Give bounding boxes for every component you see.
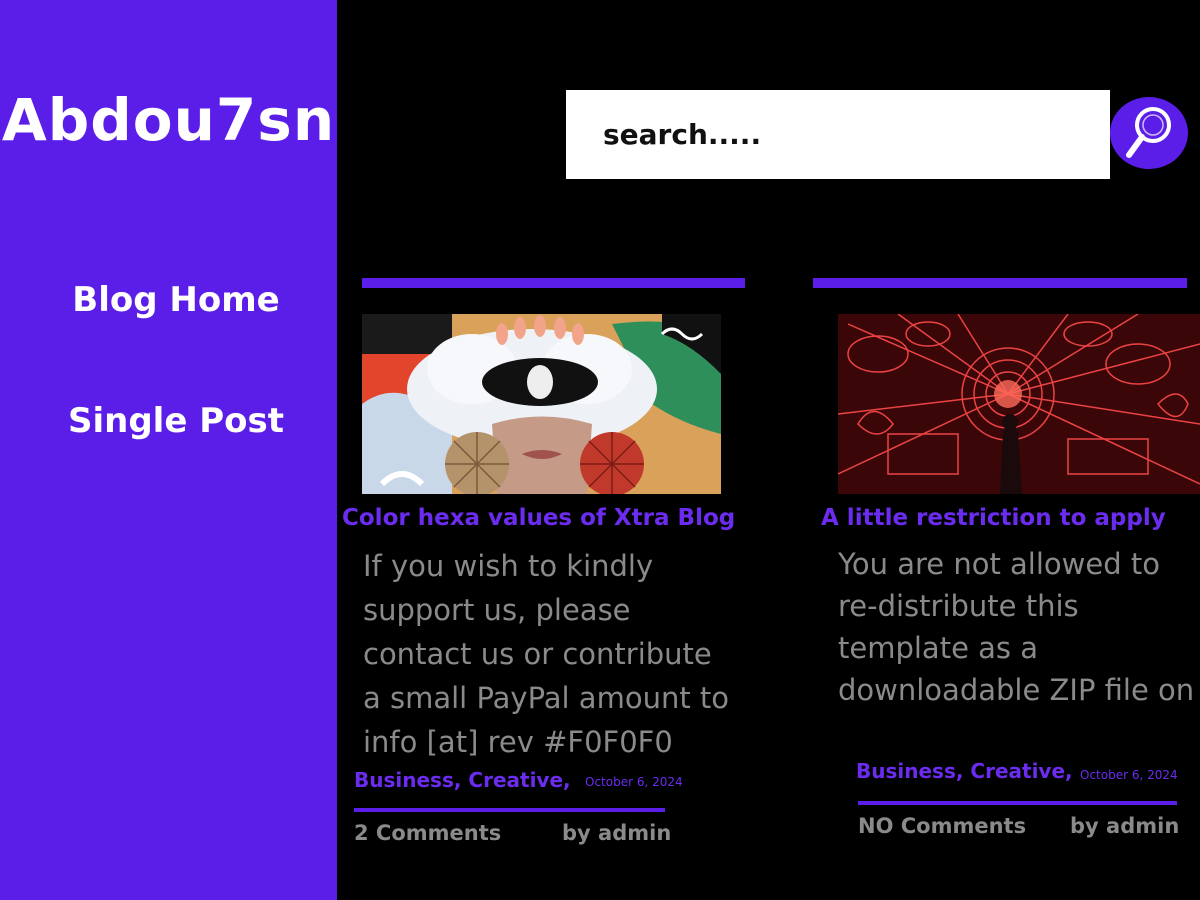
post-author[interactable]: by admin [1070,814,1179,838]
excerpt-line: If you wish to kindly [363,549,654,583]
post-date: October 6, 2024 [1080,768,1178,782]
excerpt-line: template as a [838,631,1038,665]
post-title[interactable]: Color hexa values of Xtra Blog [342,505,735,531]
brand-logo[interactable]: Abdou7sn [0,86,337,154]
post-card-top-bar [362,278,745,288]
post-divider [858,801,1177,805]
excerpt-line: info [at] rev #F0F0F0 [363,725,673,759]
post-categories[interactable]: Business, Creative, [856,759,1073,783]
post-categories[interactable]: Business, Creative, [354,768,571,792]
post-thumbnail[interactable] [362,314,721,494]
abstract-eye-painting-image [362,314,721,494]
excerpt-line: a small PayPal amount to [363,681,730,715]
nav-single-post[interactable]: Single Post [0,401,352,441]
sidebar: Abdou7sn Blog Home Single Post [0,0,337,900]
post-card-top-bar [813,278,1187,288]
excerpt-line: re-distribute this [838,589,1079,623]
post-author[interactable]: by admin [562,821,671,845]
excerpt-line: support us, please [363,593,631,627]
neon-instruments-image [838,314,1200,494]
post-divider [354,808,665,812]
search-input[interactable] [601,117,1085,152]
excerpt-line: downloadable ZIP file on [838,673,1195,707]
post-excerpt: If you wish to kindly support us, please… [363,544,729,764]
search-button[interactable] [1110,97,1188,169]
post-thumbnail[interactable] [838,314,1200,494]
search-box [566,90,1110,179]
post-excerpt: You are not allowed to re-distribute thi… [838,543,1194,711]
post-comments-link[interactable]: NO Comments [858,814,1026,838]
post-title[interactable]: A little restriction to apply [821,505,1166,531]
post-comments-link[interactable]: 2 Comments [354,821,501,845]
excerpt-line: You are not allowed to [838,547,1160,581]
magnifier-icon [1126,107,1171,158]
post-date: October 6, 2024 [585,775,683,789]
nav-blog-home[interactable]: Blog Home [0,280,352,320]
excerpt-line: contact us or contribute [363,637,712,671]
